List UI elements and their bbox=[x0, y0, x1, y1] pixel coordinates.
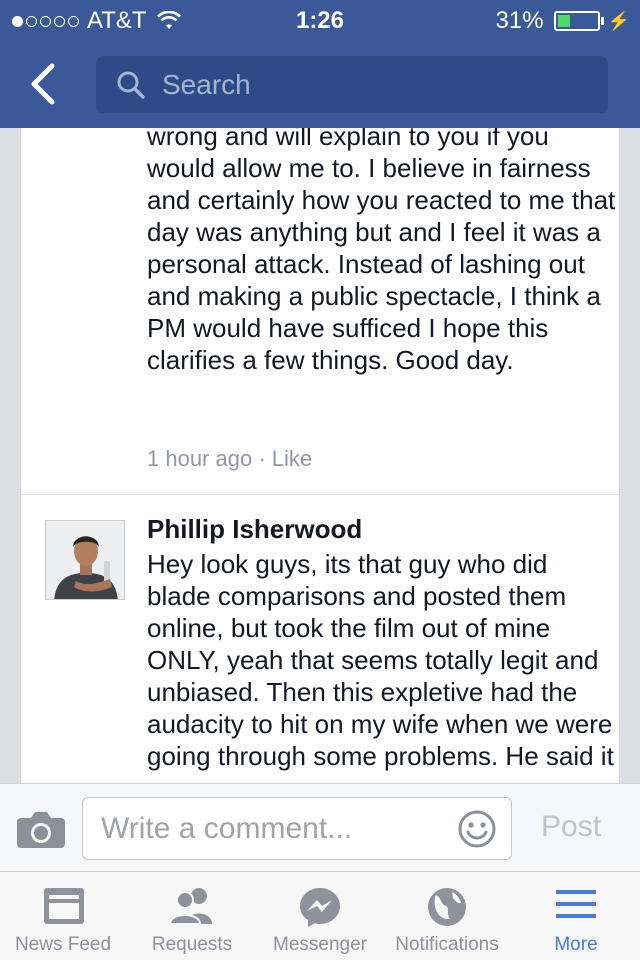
search-icon bbox=[117, 71, 145, 99]
back-button[interactable] bbox=[22, 60, 66, 108]
avatar[interactable] bbox=[45, 520, 125, 600]
tab-label: News Feed bbox=[14, 934, 112, 955]
menu-icon bbox=[556, 890, 596, 918]
comment-body: Hey look guys, its that guy who did blad… bbox=[147, 549, 614, 771]
battery-icon bbox=[553, 11, 600, 31]
comment-author[interactable]: Phillip Isherwood bbox=[147, 514, 362, 545]
comment-body: wrong and will explain to you if you wou… bbox=[147, 128, 616, 375]
messenger-icon bbox=[300, 888, 340, 927]
comment-meta: 1 hour ago · Like bbox=[147, 446, 312, 472]
tab-label: More bbox=[554, 934, 598, 955]
requests-icon bbox=[168, 888, 212, 925]
comment-composer: Write a comment... Post bbox=[0, 783, 640, 871]
status-bar: AT&T 1:26 31% ⚡ bbox=[0, 0, 640, 40]
charging-icon: ⚡ bbox=[607, 10, 630, 31]
meta-separator: · bbox=[258, 446, 266, 471]
nav-bar: Search bbox=[0, 40, 640, 128]
profile-photo bbox=[46, 521, 124, 599]
tab-label: Messenger bbox=[273, 934, 367, 955]
tab-label: Notifications bbox=[395, 934, 499, 955]
comment-input[interactable]: Write a comment... bbox=[82, 797, 512, 860]
camera-button[interactable] bbox=[16, 810, 66, 850]
tab-bar: News Feed Requests Messenger Notificatio… bbox=[0, 871, 640, 960]
tab-requests[interactable]: Requests bbox=[128, 872, 256, 960]
comment-timestamp: 1 hour ago bbox=[147, 446, 253, 471]
search-placeholder: Search bbox=[162, 68, 251, 100]
camera-icon bbox=[17, 812, 65, 848]
like-link[interactable]: Like bbox=[272, 446, 312, 471]
tab-notifications[interactable]: Notifications bbox=[384, 872, 510, 960]
tab-more[interactable]: More bbox=[512, 872, 640, 960]
tab-news-feed[interactable]: News Feed bbox=[0, 872, 126, 960]
emoji-icon[interactable] bbox=[457, 809, 497, 849]
chevron-left-icon bbox=[31, 63, 55, 105]
comments-thread: wrong and will explain to you if you wou… bbox=[20, 128, 620, 783]
news-feed-icon bbox=[44, 888, 84, 924]
battery-percent: 31% bbox=[495, 7, 544, 34]
comment-placeholder: Write a comment... bbox=[101, 811, 353, 845]
comment-divider bbox=[21, 494, 619, 495]
tab-label: Requests bbox=[151, 934, 233, 955]
post-button[interactable]: Post bbox=[541, 810, 601, 844]
tab-messenger[interactable]: Messenger bbox=[258, 872, 382, 960]
globe-icon bbox=[428, 888, 466, 926]
search-input[interactable]: Search bbox=[96, 56, 608, 113]
